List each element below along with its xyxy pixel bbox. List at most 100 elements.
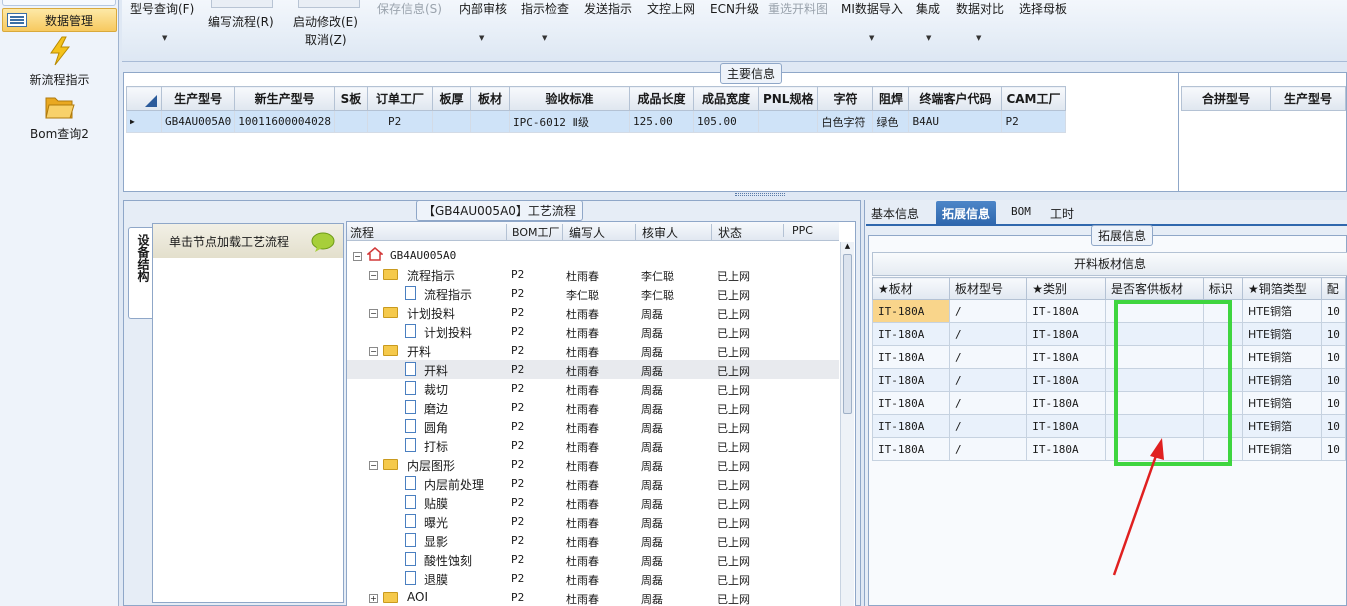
chevron-down-icon[interactable]: ▼ — [869, 34, 874, 42]
cell[interactable]: 10 — [1320, 437, 1347, 461]
col-header[interactable]: 字符 — [817, 86, 874, 111]
cell[interactable] — [431, 110, 471, 133]
cell[interactable]: P2 — [1001, 110, 1066, 133]
cell[interactable]: IT-180A — [872, 437, 950, 461]
col-header[interactable]: 板材 — [469, 86, 510, 111]
cell[interactable]: / — [948, 437, 1028, 461]
tree-row[interactable]: 流程指示 P2 李仁聪 李仁聪 已上网 — [347, 284, 839, 303]
col-header[interactable]: 合拼型号 — [1180, 86, 1272, 111]
tab-bom[interactable]: BOM — [1005, 201, 1037, 225]
table-row[interactable]: IT-180A / IT-180A HTE铜箔 10 — [872, 391, 1347, 415]
col-header[interactable]: 订单工厂 — [366, 86, 433, 111]
cell[interactable]: HTE铜箔 — [1242, 391, 1322, 415]
cell[interactable]: / — [948, 391, 1028, 415]
table-row[interactable]: IT-180A / IT-180A HTE铜箔 10 — [872, 368, 1347, 392]
tab-extended-info[interactable]: 拓展信息 — [936, 201, 997, 225]
cell[interactable]: B4AU — [908, 110, 1003, 133]
cell[interactable]: IT-180A — [1026, 414, 1106, 438]
tree-row[interactable]: 显影 P2 杜雨春 周磊 已上网 — [347, 531, 839, 550]
check-instruction-button[interactable]: 指示检查 — [521, 0, 569, 17]
cell[interactable]: HTE铜箔 — [1242, 345, 1322, 369]
col-header[interactable]: 状态 — [711, 224, 742, 241]
tree-row[interactable]: 磨边 P2 杜雨春 周磊 已上网 — [347, 398, 839, 417]
col-header[interactable]: CAM工厂 — [1001, 86, 1066, 111]
cell[interactable]: 10 — [1320, 345, 1347, 369]
tree-row[interactable]: 贴膜 P2 杜雨春 周磊 已上网 — [347, 493, 839, 512]
cell[interactable]: HTE铜箔 — [1242, 414, 1322, 438]
col-header[interactable]: 配 — [1320, 277, 1347, 300]
col-header[interactable]: S板 — [333, 86, 368, 111]
cell[interactable]: IPC-6012 Ⅱ级 — [508, 110, 630, 133]
cell[interactable]: HTE铜箔 — [1242, 437, 1322, 461]
tree-row[interactable]: 开料 P2 杜雨春 周磊 已上网 — [347, 360, 839, 379]
cell[interactable]: / — [948, 414, 1028, 438]
tab-basic-info[interactable]: 基本信息 — [865, 201, 925, 225]
side-tab-equipment[interactable]: 设备结构 — [128, 227, 152, 319]
splitter[interactable] — [1178, 73, 1179, 191]
data-compare-button[interactable]: 数据对比 — [956, 0, 1004, 17]
ecn-upgrade-button[interactable]: ECN升级 — [710, 0, 759, 17]
integration-button[interactable]: 集成 — [916, 0, 940, 17]
col-header[interactable]: PPC — [783, 224, 813, 237]
cell[interactable]: / — [948, 368, 1028, 392]
collapse-icon[interactable]: − — [369, 461, 378, 470]
cell[interactable]: HTE铜箔 — [1242, 322, 1322, 346]
tree-root[interactable]: − GB4AU005A0 — [347, 246, 839, 265]
tree-row[interactable]: − 流程指示 P2 杜雨春 李仁聪 已上网 — [347, 265, 839, 284]
cell[interactable] — [469, 110, 510, 133]
cell[interactable]: IT-180A — [872, 391, 950, 415]
cell[interactable]: IT-180A — [1026, 345, 1106, 369]
cell[interactable]: 105.00 — [692, 110, 759, 133]
col-header[interactable]: ★板材 — [872, 277, 950, 300]
cell[interactable]: 125.00 — [628, 110, 694, 133]
table-row[interactable]: IT-180A / IT-180A HTE铜箔 10 — [872, 322, 1347, 346]
collapse-icon[interactable]: − — [353, 252, 362, 261]
chevron-down-icon[interactable]: ▼ — [479, 34, 484, 42]
cell[interactable] — [333, 110, 368, 133]
col-header[interactable]: ★铜箔类型 — [1242, 277, 1322, 300]
cell[interactable]: 10011600004028 — [234, 110, 335, 133]
col-header[interactable]: 生产型号 — [1270, 86, 1346, 111]
cell[interactable]: 绿色 — [872, 110, 910, 133]
collapse-icon[interactable]: − — [369, 271, 378, 280]
tree-scrollbar[interactable]: ▲ — [840, 242, 854, 606]
cell[interactable]: 10 — [1320, 322, 1347, 346]
cancel-button[interactable]: 取消(Z) — [305, 31, 347, 48]
tree-row[interactable]: 打标 P2 杜雨春 周磊 已上网 — [347, 436, 839, 455]
cell[interactable]: P2 — [366, 110, 433, 133]
col-header[interactable]: 成品宽度 — [692, 86, 759, 111]
model-query-button[interactable]: 型号查询(F) — [130, 0, 194, 17]
reselect-button[interactable]: 重选开料图 — [768, 0, 828, 17]
corner-cell[interactable] — [126, 86, 162, 111]
col-header[interactable]: 生产型号 — [160, 86, 236, 111]
cell[interactable]: / — [948, 299, 1028, 323]
online-button[interactable]: 文控上网 — [647, 0, 695, 17]
tree-row[interactable]: 曝光 P2 杜雨春 周磊 已上网 — [347, 512, 839, 531]
collapse-icon[interactable]: + — [369, 594, 378, 603]
start-edit-button[interactable]: 启动修改(E) — [293, 13, 358, 30]
row-selector-icon[interactable]: ▶ — [126, 110, 162, 133]
table-row[interactable]: IT-180A / IT-180A HTE铜箔 10 — [872, 345, 1347, 369]
send-instruction-button[interactable]: 发送指示 — [584, 0, 632, 17]
cell[interactable]: 10 — [1320, 414, 1347, 438]
col-header[interactable]: 成品长度 — [628, 86, 694, 111]
tree-row[interactable]: − 计划投料 P2 杜雨春 周磊 已上网 — [347, 303, 839, 322]
cell[interactable]: IT-180A — [872, 345, 950, 369]
col-header[interactable]: PNL规格 — [757, 86, 819, 111]
col-header[interactable]: 核审人 — [635, 224, 678, 241]
chevron-down-icon[interactable]: ▼ — [976, 34, 981, 42]
cell[interactable]: / — [948, 345, 1028, 369]
select-mother-button[interactable]: 选择母板 — [1019, 0, 1067, 17]
cell[interactable]: IT-180A — [1026, 368, 1106, 392]
col-header[interactable]: 终端客户代码 — [908, 86, 1003, 111]
nav-collapsed-item[interactable] — [2, 0, 116, 6]
chevron-down-icon[interactable]: ▼ — [542, 34, 547, 42]
cell[interactable]: IT-180A — [872, 299, 950, 323]
col-header[interactable]: 阻焊 — [872, 86, 910, 111]
scroll-thumb[interactable] — [843, 254, 852, 414]
cell[interactable]: HTE铜箔 — [1242, 368, 1322, 392]
col-header[interactable]: 板材型号 — [948, 277, 1028, 300]
collapse-icon[interactable]: − — [369, 347, 378, 356]
nav-item-new-flow[interactable]: 新流程指示 — [0, 36, 119, 88]
cell[interactable]: 白色字符 — [817, 110, 874, 133]
